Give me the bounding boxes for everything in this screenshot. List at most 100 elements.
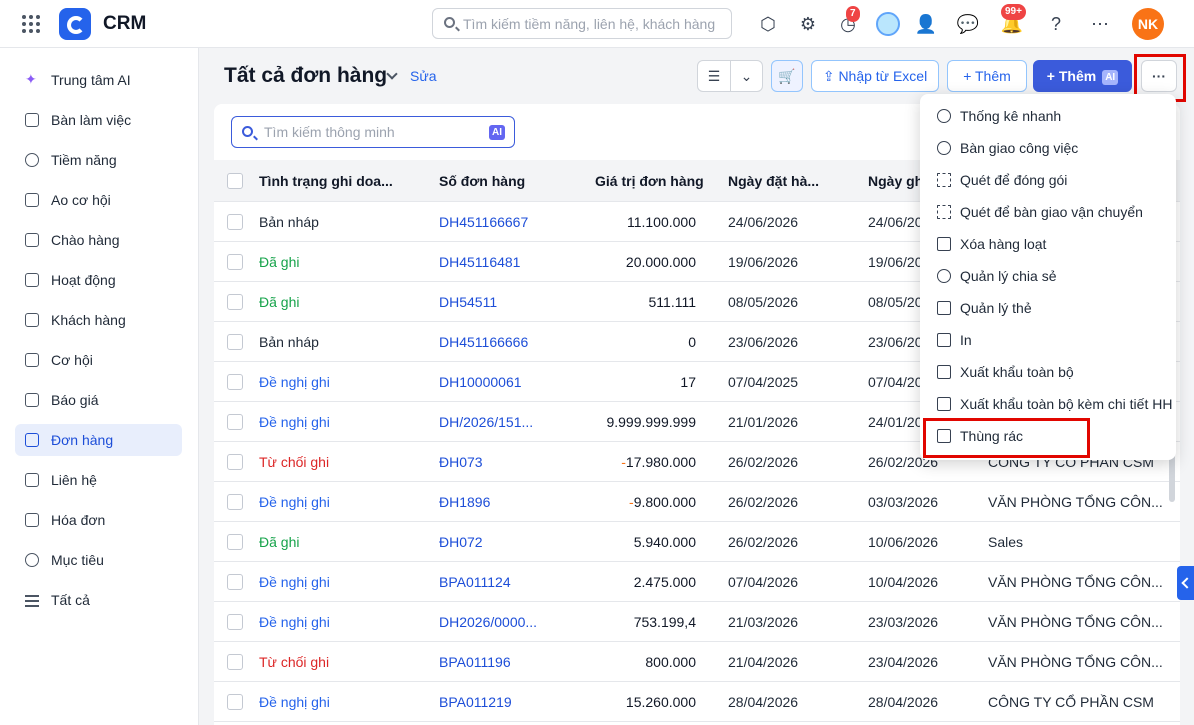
settings-gear-icon[interactable]: ⚙ [796,12,820,36]
table-row[interactable]: Đề nghị ghi DH2026/0000... 753.199,4 21/03/… [214,602,1180,642]
menu-item-quick-stats[interactable]: Thống kê nhanh [920,100,1176,132]
order-number-link[interactable]: ĐH1896 [439,494,490,510]
global-search[interactable] [432,8,732,39]
table-row[interactable]: Đề nghị ghi BPA011124 2.475.000 07/04/2026 1… [214,562,1180,602]
smart-search[interactable]: AI [231,116,515,148]
sidebar-item-all[interactable]: Tất cả [15,584,182,616]
row-checkbox[interactable] [227,614,243,630]
column-header-order-value[interactable]: Giá trị đơn hàng [595,173,704,189]
menu-icon [25,594,39,608]
sidebar-item-invoices[interactable]: Hóa đơn [15,504,182,536]
menu-item-share-management[interactable]: Quản lý chia sẻ [920,260,1176,292]
add-with-ai-button[interactable]: + Thêm AI [1033,60,1132,92]
sidebar-item-campaigns[interactable]: Chào hàng [15,224,182,256]
menu-item-scan-shipping[interactable]: Quét để bàn giao vận chuyển [920,196,1176,228]
row-checkbox[interactable] [227,334,243,350]
sidebar-item-workspace[interactable]: Bàn làm việc [15,104,182,136]
order-date: 24/06/2026 [728,214,799,230]
row-checkbox[interactable] [227,454,243,470]
expand-panel-tab[interactable] [1177,566,1194,600]
column-header-order-date[interactable]: Ngày đặt hà... [728,173,819,189]
sidebar-item-ai-center[interactable]: ✦ Trung tâm AI [15,64,182,96]
order-number-link[interactable]: ĐH073 [439,454,483,470]
sidebar-item-activities[interactable]: Hoạt động [15,264,182,296]
home-icon [25,113,39,127]
row-checkbox[interactable] [227,694,243,710]
sidebar-item-opportunities[interactable]: Cơ hội [15,344,182,376]
menu-item-tag-management[interactable]: Quản lý thẻ [920,292,1176,324]
order-number-link[interactable]: ĐH072 [439,534,483,550]
order-number-link[interactable]: DH451166667 [439,214,528,230]
menu-item-handover-work[interactable]: Bàn giao công việc [920,132,1176,164]
negative-sign: - [629,494,634,510]
cart-view-button[interactable]: 🛒 [771,60,803,92]
sidebar-item-opportunity-pool[interactable]: Ao cơ hội [15,184,182,216]
select-all-checkbox[interactable] [227,173,243,189]
sidebar-item-customers[interactable]: Khách hàng [15,304,182,336]
row-checkbox[interactable] [227,214,243,230]
sidebar-item-quotes[interactable]: Báo giá [15,384,182,416]
menu-item-export-all[interactable]: Xuất khẩu toàn bộ [920,356,1176,388]
global-search-input[interactable] [463,12,725,35]
prospect-icon [25,153,39,167]
column-header-status[interactable]: Tình trạng ghi doa... [259,173,393,189]
order-date: 21/01/2026 [728,414,799,430]
customer-name: VĂN PHÒNG TỔNG CÔN... [988,614,1163,630]
order-number-link[interactable]: DH/2026/151... [439,414,533,430]
table-row[interactable]: Đề nghị ghi BPA011219 15.260.000 28/04/2026… [214,682,1180,722]
add-button[interactable]: + Thêm [947,60,1027,92]
add-user-icon[interactable]: 👤 [914,12,938,36]
order-number-link[interactable]: DH10000061 [439,374,522,390]
row-checkbox[interactable] [227,374,243,390]
order-status: Đề nghị ghi [259,694,330,710]
building-icon [25,313,39,327]
help-icon[interactable]: ? [1044,12,1068,36]
menu-item-print[interactable]: In [920,324,1176,356]
view-switch-chevron-icon[interactable] [386,68,398,80]
row-checkbox[interactable] [227,494,243,510]
menu-item-scan-pack[interactable]: Quét để đóng gói [920,164,1176,196]
order-number-link[interactable]: DH2026/0000... [439,614,537,630]
more-apps-icon[interactable]: ⋯ [1088,12,1112,36]
assistant-avatar-icon[interactable] [876,12,900,36]
quote-icon [25,393,39,407]
order-number-link[interactable]: BPA011219 [439,694,512,710]
row-checkbox[interactable] [227,414,243,430]
row-checkbox[interactable] [227,294,243,310]
column-header-record-date[interactable]: Ngày ghi [868,173,927,189]
smart-search-input[interactable] [264,121,484,143]
import-excel-button[interactable]: ⇪ Nhập từ Excel [811,60,939,92]
row-checkbox[interactable] [227,534,243,550]
list-view-button[interactable]: ☰ [697,60,731,92]
sidebar-item-prospects[interactable]: Tiềm năng [15,144,182,176]
app-launcher-icon[interactable] [20,13,42,35]
chat-icon[interactable]: 💬 [956,12,980,36]
package-icon[interactable]: ⬡ [756,12,780,36]
crm-logo[interactable] [59,8,91,40]
table-row[interactable]: Đã ghi ĐH072 5.940.000 26/02/2026 10/06/2026… [214,522,1180,562]
sidebar-item-contacts[interactable]: Liên hệ [15,464,182,496]
menu-item-export-all-detail[interactable]: Xuất khẩu toàn bộ kèm chi tiết HH [920,388,1176,420]
table-row[interactable]: Từ chối ghi BPA011196 800.000 21/04/2026 23/… [214,642,1180,682]
row-checkbox[interactable] [227,654,243,670]
view-options-chevron-icon[interactable]: ⌄ [730,60,763,92]
cart-icon [25,433,39,447]
edit-view-link[interactable]: Sửa [410,68,437,84]
row-checkbox[interactable] [227,574,243,590]
page-title: Tất cả đơn hàng [224,64,388,87]
order-number-link[interactable]: DH451166666 [439,334,528,350]
row-checkbox[interactable] [227,254,243,270]
user-avatar[interactable]: NK [1132,8,1164,40]
order-value: -9.800.000 [629,494,696,510]
sidebar-item-orders[interactable]: Đơn hàng [15,424,182,456]
order-number-link[interactable]: DH54511 [439,294,497,310]
table-row[interactable]: Đề nghị ghi ĐH1896 -9.800.000 26/02/2026 03/… [214,482,1180,522]
column-header-order-number[interactable]: Số đơn hàng [439,173,525,189]
sidebar-item-goals[interactable]: Mục tiêu [15,544,182,576]
menu-item-bulk-delete[interactable]: Xóa hàng loạt [920,228,1176,260]
export-icon [937,365,951,379]
order-number-link[interactable]: DH45116481 [439,254,520,270]
order-number-link[interactable]: BPA011196 [439,654,511,670]
order-number-link[interactable]: BPA011124 [439,574,511,590]
pool-icon [25,193,39,207]
